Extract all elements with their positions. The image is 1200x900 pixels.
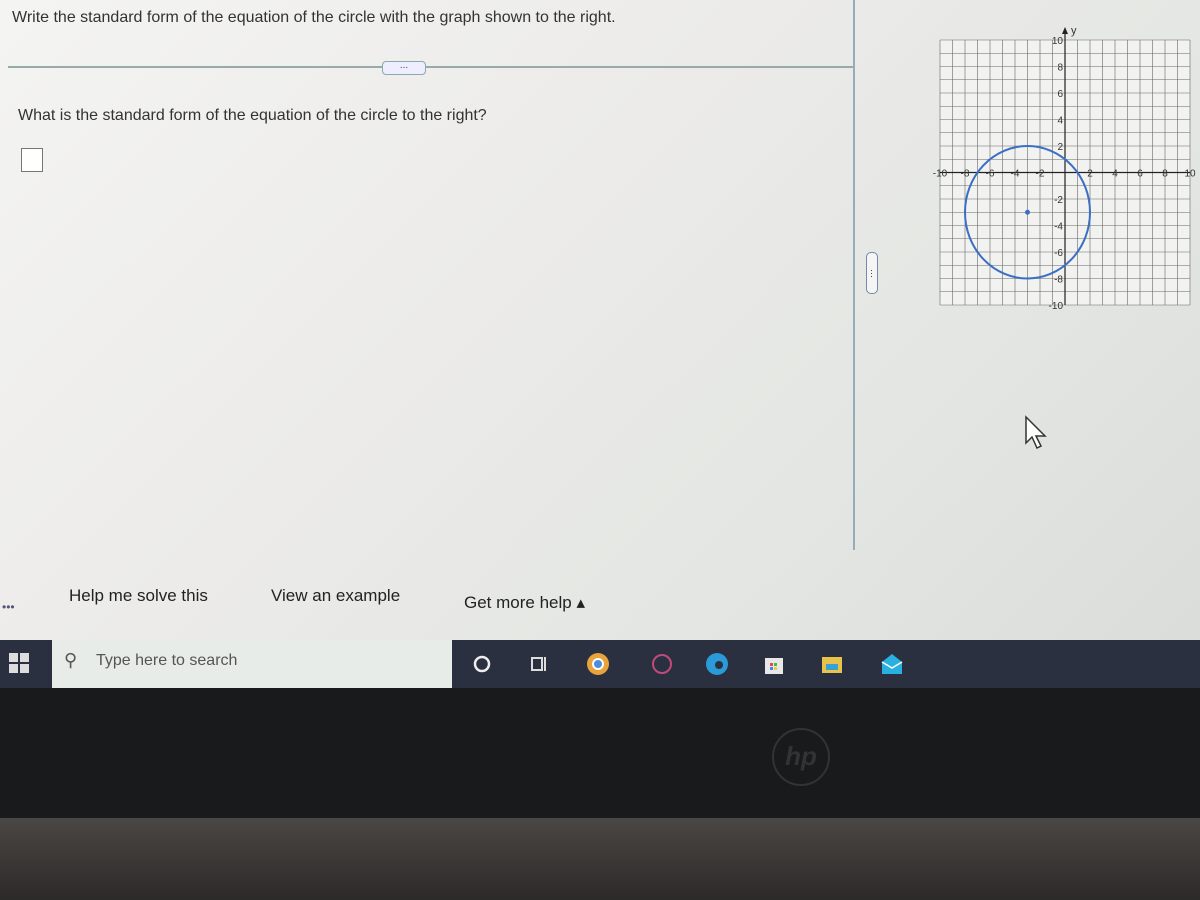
laptop-base — [0, 818, 1200, 900]
pane-resize-handle[interactable]: ⋯ — [866, 252, 878, 294]
x-tick-label: 2 — [1087, 169, 1093, 180]
y-tick-label: -4 — [1054, 222, 1063, 233]
search-placeholder: Type here to search — [96, 652, 238, 669]
mouse-cursor-icon — [1025, 415, 1047, 450]
mail-icon[interactable] — [880, 652, 904, 676]
screen: Write the standard form of the equation … — [0, 0, 1200, 690]
y-tick-label: -10 — [1049, 301, 1064, 312]
y-tick-label: 6 — [1057, 89, 1063, 100]
search-icon: ⚲ — [64, 650, 78, 670]
y-tick-label: -8 — [1054, 275, 1063, 286]
chrome-icon[interactable] — [586, 652, 610, 676]
task-view-icon[interactable] — [526, 652, 550, 676]
taskbar: ⚲ Type here to search — [0, 640, 1200, 688]
y-tick-label: 10 — [1052, 36, 1064, 47]
x-tick-label: -8 — [961, 169, 970, 180]
circle-center-point — [1025, 209, 1030, 215]
y-axis-arrow-icon — [1062, 27, 1068, 34]
divider — [8, 66, 854, 68]
view-example-button[interactable]: View an example — [271, 586, 400, 606]
taskbar-search[interactable]: ⚲ Type here to search — [52, 640, 452, 688]
y-tick-label: 4 — [1057, 116, 1063, 127]
circle-graph: y -10 -8 -6 -4 -2 2 4 6 8 10 10 8 6 4 2 -2 -4 -6 -8 -10 — [933, 25, 1196, 312]
question-text: What is the standard form of the equatio… — [18, 107, 487, 124]
app-icon[interactable] — [650, 652, 674, 676]
x-tick-label: -6 — [986, 169, 995, 180]
windows-start-icon[interactable] — [8, 652, 30, 674]
cortana-icon[interactable] — [470, 652, 494, 676]
help-me-solve-button[interactable]: Help me solve this — [69, 586, 208, 606]
edge-icon[interactable] — [705, 652, 729, 676]
problem-prompt: Write the standard form of the equation … — [12, 9, 616, 26]
answer-input[interactable] — [21, 148, 43, 172]
pane-divider — [853, 0, 855, 550]
x-tick-label: 8 — [1162, 169, 1168, 180]
hp-logo: hp — [772, 728, 830, 786]
y-tick-label: -6 — [1054, 248, 1063, 259]
x-tick-label: -4 — [1011, 169, 1020, 180]
store-icon[interactable] — [762, 652, 786, 676]
more-options-icon[interactable]: ••• — [2, 600, 15, 614]
x-tick-label: 4 — [1112, 169, 1118, 180]
x-tick-label: 6 — [1137, 169, 1143, 180]
x-tick-label: -2 — [1036, 169, 1045, 180]
y-tick-label: -2 — [1054, 195, 1063, 206]
laptop-bezel — [0, 688, 1200, 818]
x-tick-label: 10 — [1184, 169, 1196, 180]
file-explorer-icon[interactable] — [820, 652, 844, 676]
x-tick-label: -10 — [933, 169, 948, 180]
get-more-help-button[interactable]: Get more help ▴ — [464, 593, 585, 613]
y-axis-label: y — [1071, 25, 1077, 37]
y-tick-label: 8 — [1057, 63, 1063, 74]
y-tick-label: 2 — [1057, 142, 1063, 153]
expand-button[interactable]: ... — [382, 61, 426, 75]
